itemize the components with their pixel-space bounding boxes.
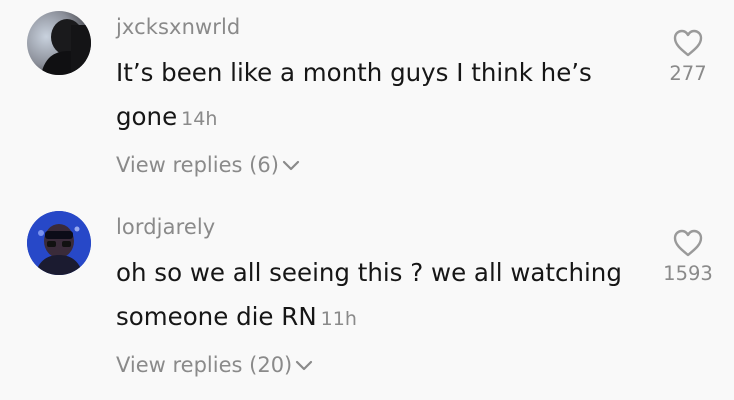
comment-timestamp: 11h (320, 308, 357, 330)
person-silhouette-avatar-icon (27, 11, 91, 75)
view-replies-label: View replies (20) (116, 353, 293, 377)
person-blue-avatar-icon (27, 211, 91, 275)
chevron-down-icon (282, 160, 299, 171)
comment-timestamp: 14h (181, 108, 218, 130)
chevron-down-icon (296, 360, 313, 371)
comment-text: It’s been like a month guys I think he’s… (116, 51, 636, 141)
heart-outline-icon (673, 229, 703, 257)
comment-username[interactable]: lordjarely (116, 215, 215, 239)
like-button[interactable]: 1593 (656, 228, 720, 285)
comment-text: oh so we all seeing this ? we all watchi… (116, 251, 636, 341)
like-button[interactable]: 277 (656, 28, 720, 85)
avatar[interactable] (27, 211, 91, 275)
like-count: 277 (669, 62, 707, 85)
view-replies-label: View replies (6) (116, 153, 279, 177)
comment-username[interactable]: jxcksxnwrld (116, 15, 240, 39)
comment-item: jxcksxnwrld It’s been like a month guys … (0, 0, 734, 200)
heart-outline-icon (673, 29, 703, 57)
view-replies-button[interactable]: View replies (6) (116, 153, 300, 177)
comment-item: lordjarely oh so we all seeing this ? we… (0, 200, 734, 400)
like-count: 1593 (663, 262, 713, 285)
comment-body: oh so we all seeing this ? we all watchi… (116, 258, 622, 331)
avatar[interactable] (27, 11, 91, 75)
view-replies-button[interactable]: View replies (20) (116, 353, 313, 377)
